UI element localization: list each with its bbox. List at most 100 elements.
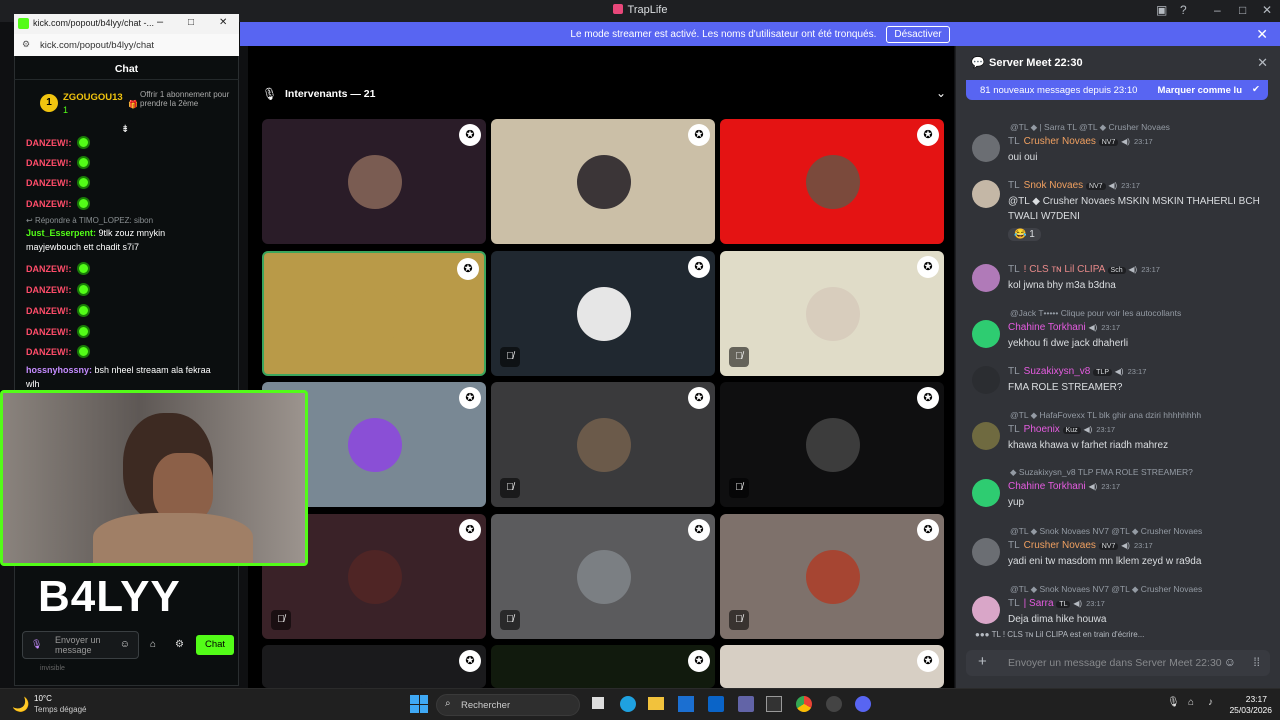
kick-username[interactable]: hossnyhossny: — [26, 365, 92, 375]
scroll-down-icon[interactable]: ⇟ — [121, 124, 129, 135]
speaker-tile[interactable]: ✪ 🎙̸ — [491, 251, 715, 376]
add-attachment-icon[interactable]: + — [978, 653, 987, 670]
speaker-tile[interactable]: ✪ — [262, 119, 486, 244]
inbox-icon[interactable]: ▣ — [1156, 3, 1167, 17]
reply-preview[interactable]: ◆ Suzakixysn_v8 TLP FMA ROLE STREAMER? — [1010, 467, 1270, 478]
edge-icon[interactable] — [620, 696, 636, 712]
kick-maximize-button[interactable]: □ — [188, 17, 194, 28]
avatar[interactable] — [972, 479, 1000, 507]
avatar[interactable] — [972, 538, 1000, 566]
kick-address-bar[interactable]: ⚙ kick.com/popout/b4lyy/chat — [14, 34, 239, 56]
reply-preview[interactable]: @TL ◆ HafaFovexx TL blk ghir ana dziri h… — [1010, 410, 1270, 421]
avatar[interactable] — [972, 422, 1000, 450]
kick-chat-message[interactable]: DANZEW!: — [26, 283, 91, 296]
kick-chat-message[interactable]: Just_Esserpent: 9tlk zouz mnykin — [26, 228, 165, 238]
kick-username[interactable]: DANZEW!: — [26, 158, 72, 168]
username[interactable]: Crusher Novaes — [1024, 540, 1096, 551]
send-chat-button[interactable]: Chat — [196, 635, 234, 655]
kick-username[interactable]: Just_Esserpent: — [26, 228, 96, 238]
message-composer[interactable]: + Envoyer un message dans Server Meet 22… — [966, 650, 1270, 676]
disable-streamer-mode-button[interactable]: Désactiver — [886, 25, 950, 43]
kick-username[interactable]: DANZEW!: — [26, 347, 72, 357]
reply-preview[interactable]: @TL ◆ | Sarra TL @TL ◆ Crusher Novaes — [1010, 122, 1270, 133]
reply-preview[interactable]: @Jack T••••• Clique pour voir les autoco… — [1010, 308, 1270, 318]
file-explorer-icon[interactable] — [648, 697, 664, 710]
network-icon[interactable]: ⌂ — [1188, 697, 1194, 708]
clock-date[interactable]: 25/03/2026 — [1222, 705, 1272, 715]
kick-message-input[interactable]: 🎙 Envoyer un message ☺ — [22, 631, 139, 659]
kick-chat-message[interactable]: DANZEW!: — [26, 176, 91, 189]
stage-header[interactable]: 🎙 Intervenants — 21 ⌄ — [262, 82, 952, 106]
username[interactable]: Crusher Novaes — [1024, 136, 1096, 147]
start-button[interactable] — [410, 695, 428, 713]
reply-preview[interactable]: @TL ◆ Snok Novaes NV7 @TL ◆ Crusher Nova… — [1010, 526, 1270, 537]
username[interactable]: Chahine Torkhani — [1008, 322, 1086, 333]
avatar[interactable] — [972, 264, 1000, 292]
kick-chat-message[interactable]: DANZEW!: — [26, 304, 91, 317]
store-app-icon[interactable] — [678, 696, 694, 712]
username[interactable]: Snok Novaes — [1024, 180, 1083, 191]
new-messages-bar[interactable]: 81 nouveaux messages depuis 23:10 Marque… — [966, 80, 1268, 100]
emoji-picker-icon[interactable]: ☺ — [120, 639, 130, 650]
reaction[interactable]: 😂 1 — [1008, 228, 1041, 241]
username[interactable]: | Sarra — [1024, 598, 1054, 609]
kick-chat-message[interactable]: DANZEW!: — [26, 325, 91, 338]
chrome-icon[interactable] — [796, 696, 812, 712]
close-window-button[interactable]: ✕ — [1262, 3, 1272, 17]
discord-taskbar-icon[interactable] — [855, 696, 871, 712]
username[interactable]: Chahine Torkhani — [1008, 481, 1086, 492]
emoji-icon[interactable]: ☺ — [1224, 655, 1236, 669]
kick-chat-message[interactable]: DANZEW!: — [26, 136, 91, 149]
avatar[interactable] — [972, 366, 1000, 394]
avatar[interactable] — [972, 596, 1000, 624]
site-info-icon[interactable]: ⚙ — [22, 39, 30, 50]
apps-icon[interactable]: ⁞⁞ — [1253, 655, 1260, 669]
mic-tray-icon[interactable]: 🎙 — [1167, 697, 1180, 708]
speaker-tile[interactable]: ✪ — [491, 645, 715, 688]
username[interactable]: ! CLS ᴛɴ Lil CLIPA — [1024, 264, 1105, 275]
kick-chat-message[interactable]: hossnyhossny: bsh nheel streaam ala fekr… — [26, 365, 211, 375]
speaker-tile[interactable]: ✪ — [262, 251, 486, 376]
close-thread-icon[interactable]: ✕ — [1257, 55, 1268, 71]
kick-username[interactable]: DANZEW!: — [26, 138, 72, 148]
speaker-tile[interactable]: ✪ 🎙̸ — [491, 514, 715, 639]
emote-icon[interactable]: 🎙 — [31, 639, 42, 650]
task-view-icon[interactable] — [592, 697, 604, 709]
clock-time[interactable]: 23:17 — [1227, 694, 1267, 704]
speaker-tile[interactable]: ✪ — [720, 119, 944, 244]
outlook-icon[interactable] — [708, 696, 724, 712]
teams-icon[interactable] — [738, 696, 754, 712]
maximize-button[interactable]: □ — [1239, 3, 1246, 17]
kick-username[interactable]: DANZEW!: — [26, 327, 72, 337]
speaker-tile[interactable]: ✪ — [491, 119, 715, 244]
avatar[interactable] — [972, 320, 1000, 348]
kick-chat-message[interactable]: DANZEW!: — [26, 197, 91, 210]
kick-username[interactable]: DANZEW!: — [26, 285, 72, 295]
store-icon[interactable]: ⌂ — [150, 639, 156, 650]
obs-icon[interactable] — [826, 696, 842, 712]
speaker-tile[interactable]: ✪ 🎙̸ — [720, 382, 944, 507]
kick-username[interactable]: DANZEW!: — [26, 306, 72, 316]
avatar[interactable] — [972, 180, 1000, 208]
kick-username[interactable]: DANZEW!: — [26, 199, 72, 209]
speaker-tile[interactable]: ✪ 🎙̸ — [720, 251, 944, 376]
gift-leaderboard[interactable]: 1 ZGOUGOU13 1 🎁 Offrir 1 abonnement pour… — [14, 84, 239, 128]
kick-chat-message[interactable]: DANZEW!: — [26, 262, 91, 275]
kick-username[interactable]: DANZEW!: — [26, 264, 72, 274]
speaker-tile[interactable]: ✪ — [720, 645, 944, 688]
mark-as-read-button[interactable]: Marquer comme lu — [1158, 85, 1242, 96]
avatar[interactable] — [972, 134, 1000, 162]
chevron-down-icon[interactable]: ⌄ — [936, 86, 946, 100]
help-icon[interactable]: ? — [1180, 3, 1187, 17]
kick-chat-message[interactable]: DANZEW!: — [26, 345, 91, 358]
reply-preview[interactable]: @TL ◆ Snok Novaes NV7 @TL ◆ Crusher Nova… — [1010, 584, 1270, 595]
settings-icon[interactable]: ⚙ — [175, 639, 184, 650]
volume-icon[interactable]: ♪ — [1208, 697, 1213, 708]
taskbar-search[interactable]: ⌕ Rechercher — [436, 694, 580, 716]
minimize-button[interactable]: – — [1214, 3, 1221, 17]
username[interactable]: Phoenix — [1024, 424, 1060, 435]
kick-close-button[interactable]: ✕ — [219, 17, 227, 28]
username[interactable]: Suzakixysn_v8 — [1024, 366, 1091, 377]
kick-username[interactable]: DANZEW!: — [26, 178, 72, 188]
kick-minimize-button[interactable]: – — [157, 16, 163, 28]
